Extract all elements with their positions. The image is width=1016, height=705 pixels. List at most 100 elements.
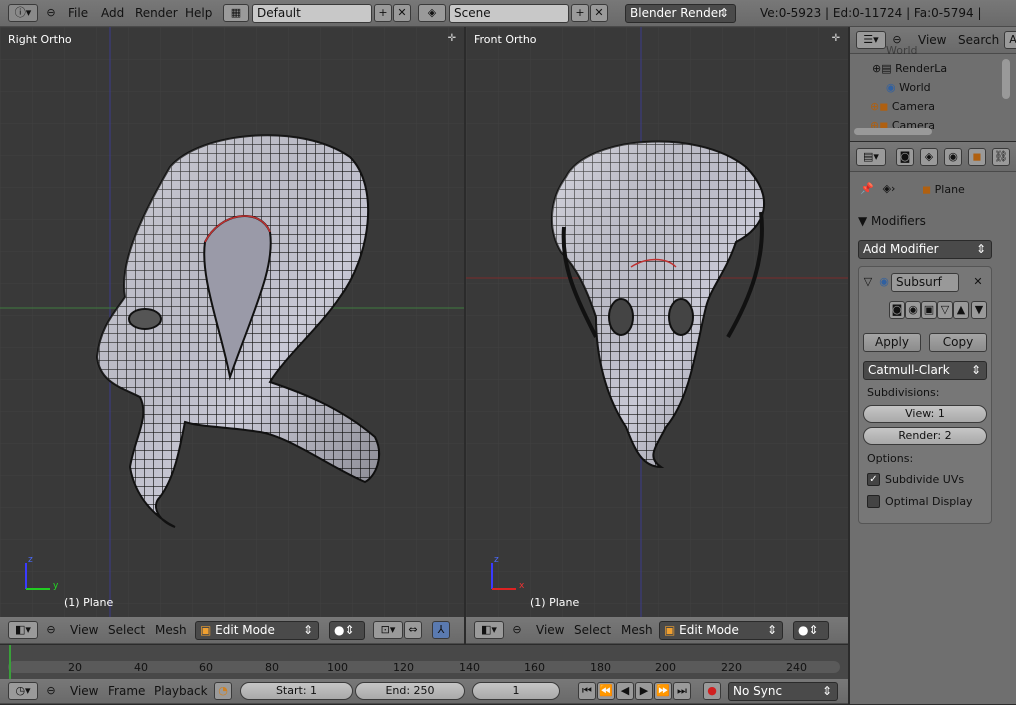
expand-icon[interactable]: ▽ — [861, 275, 875, 289]
remove-modifier-icon[interactable]: ✕ — [971, 275, 985, 289]
outliner-menu-search[interactable]: Search — [958, 27, 999, 53]
viewport-title-left: Right Ortho — [8, 33, 72, 46]
render-engine-label: Blender Render — [630, 6, 724, 20]
jump-end-button[interactable]: ⏭ — [673, 682, 691, 700]
start-frame-field[interactable]: Start: 1 — [240, 682, 353, 700]
outliner-menu-view[interactable]: View — [918, 27, 946, 53]
render-toggle-icon[interactable]: ◙ — [889, 301, 905, 319]
mode-icon-left: ▣ — [200, 623, 216, 637]
world-tab-icon[interactable]: ◉ — [944, 148, 962, 166]
collapse-icon-left[interactable]: ⊖ — [44, 623, 58, 637]
menu-playback[interactable]: Playback — [154, 679, 208, 705]
jump-start-button[interactable]: ⏮ — [578, 682, 596, 700]
menu-select-left[interactable]: Select — [108, 617, 145, 643]
record-button[interactable]: ● — [703, 682, 721, 700]
menu-view-right[interactable]: View — [536, 617, 564, 643]
move-up-icon[interactable]: ▲ — [953, 301, 969, 319]
context-object: ◼ Plane — [922, 183, 965, 196]
menu-mesh-right[interactable]: Mesh — [621, 617, 653, 643]
outliner-editor-icon[interactable]: ☰▾ — [856, 31, 886, 49]
menu-view-timeline[interactable]: View — [70, 679, 98, 705]
outliner-hscroll[interactable] — [854, 128, 932, 135]
timeline-area[interactable]: 20 40 60 80 100 120 140 160 180 200 220 … — [0, 645, 848, 679]
modifiers-label: Modifiers — [871, 214, 926, 228]
menu-frame[interactable]: Frame — [108, 679, 145, 705]
manipulator-icon-left[interactable]: ⇔ — [404, 621, 422, 639]
renderlayers-icon: ⊕▤ — [872, 62, 896, 75]
current-frame-field[interactable]: 1 — [472, 682, 560, 700]
subdivide-uvs-checkbox[interactable]: ✓ — [867, 473, 880, 486]
menu-render[interactable]: Render — [135, 0, 178, 26]
scene-tab-icon[interactable]: ◈ — [920, 148, 938, 166]
shading-select-right[interactable]: ●⇕ — [793, 621, 829, 640]
menu-view-left[interactable]: View — [70, 617, 98, 643]
play-reverse-button[interactable]: ◀ — [616, 682, 634, 700]
collapse-menu-icon[interactable]: ⊖ — [44, 6, 58, 20]
modifier-type-icon: ◉ — [879, 275, 889, 288]
constraints-tab-icon[interactable]: ⛓ — [992, 148, 1010, 166]
menu-file[interactable]: File — [68, 0, 88, 26]
menu-add[interactable]: Add — [101, 0, 124, 26]
outliner-item-world-top[interactable]: World — [886, 44, 918, 57]
viewport-front-ortho[interactable]: Front Ortho ✛ z x (1) Plane — [466, 27, 848, 617]
subdivide-uvs-label: Subdivide UVs — [885, 473, 965, 486]
view3d-header-left: ◧▾ ⊖ View Select Mesh ▣ Edit Mode ⇕ ●⇕ ⊡▾… — [0, 617, 464, 644]
algorithm-select[interactable]: Catmull-Clark ⇕ — [863, 361, 987, 380]
pivot-icon-left[interactable]: ⊡▾ — [373, 621, 403, 639]
mode-select-left[interactable]: ▣ Edit Mode ⇕ — [195, 621, 319, 640]
modifiers-panel-title[interactable]: ▼ Modifiers — [858, 214, 926, 228]
outliner-filter-icon[interactable]: A — [1004, 31, 1016, 49]
timeline-collapse-icon[interactable]: ⊖ — [44, 684, 58, 698]
modifier-name-field[interactable]: Subsurf — [891, 273, 959, 292]
end-frame-field[interactable]: End: 250 — [355, 682, 465, 700]
render-levels-field[interactable]: Render: 2 — [863, 427, 987, 445]
menu-help[interactable]: Help — [185, 0, 212, 26]
view-levels-field[interactable]: View: 1 — [863, 405, 987, 423]
screen-layout-field[interactable]: Default — [252, 4, 372, 23]
play-button[interactable]: ▶ — [635, 682, 653, 700]
viewport-toggle-icon[interactable]: ◉ — [905, 301, 921, 319]
viewport-corner-right[interactable]: ✛ — [832, 33, 840, 44]
copy-button[interactable]: Copy — [929, 333, 987, 352]
outliner-vscroll[interactable] — [1002, 59, 1010, 99]
menu-mesh-left[interactable]: Mesh — [155, 617, 187, 643]
timeline-editor-icon[interactable]: ◷▾ — [8, 682, 38, 700]
cage-toggle-icon[interactable]: ▽ — [937, 301, 953, 319]
mode-select-right[interactable]: ▣ Edit Mode ⇕ — [659, 621, 783, 640]
transform-icon-left[interactable]: ⅄ — [432, 621, 450, 639]
scene-icon[interactable]: ◈ — [418, 4, 446, 22]
render-engine-select[interactable]: Blender Render ⇕ — [625, 4, 736, 23]
editmode-toggle-icon[interactable]: ▣ — [921, 301, 937, 319]
menu-select-right[interactable]: Select — [574, 617, 611, 643]
properties-editor-icon[interactable]: ▤▾ — [856, 148, 886, 166]
sync-select[interactable]: No Sync ⇕ — [728, 682, 838, 701]
editor-type-icon-right[interactable]: ◧▾ — [474, 621, 504, 639]
editor-type-icon-left[interactable]: ◧▾ — [8, 621, 38, 639]
keying-clock-icon[interactable]: ◔ — [214, 682, 232, 700]
add-modifier-select[interactable]: Add Modifier ⇕ — [858, 240, 992, 259]
pin-icon[interactable]: 📌 — [860, 182, 874, 196]
object-tab-icon[interactable]: ◼ — [968, 148, 986, 166]
apply-button[interactable]: Apply — [863, 333, 921, 352]
viewport-corner-left[interactable]: ✛ — [448, 33, 456, 44]
remove-layout-button[interactable]: ✕ — [393, 4, 411, 22]
move-down-icon[interactable]: ▼ — [971, 301, 987, 319]
scene-field[interactable]: Scene — [449, 4, 569, 23]
render-tab-icon[interactable]: ◙ — [896, 148, 914, 166]
view3d-header-right: ◧▾ ⊖ View Select Mesh ▣ Edit Mode ⇕ ●⇕ — [466, 617, 848, 644]
optimal-display-checkbox[interactable] — [867, 495, 880, 508]
shading-select-left[interactable]: ●⇕ — [329, 621, 365, 640]
layout-icon[interactable]: ▦ — [223, 4, 249, 22]
prev-keyframe-button[interactable]: ⏪ — [597, 682, 615, 700]
remove-scene-button[interactable]: ✕ — [590, 4, 608, 22]
info-editor-icon[interactable]: ⓘ▾ — [8, 4, 38, 22]
viewport-right-ortho[interactable]: Right Ortho ✛ z y (1) Plane — [0, 27, 464, 617]
outliner-item-renderlayers[interactable]: ⊕▤ RenderLa — [872, 62, 947, 75]
stats-readout: Ve:0-5923 | Ed:0-11724 | Fa:0-5794 | Pla… — [760, 6, 982, 46]
next-keyframe-button[interactable]: ⏩ — [654, 682, 672, 700]
outliner-item-camera[interactable]: ⊕◼ Camera — [870, 100, 935, 113]
collapse-icon-right[interactable]: ⊖ — [510, 623, 524, 637]
add-layout-button[interactable]: + — [374, 4, 392, 22]
add-scene-button[interactable]: + — [571, 4, 589, 22]
outliner-item-world[interactable]: ◉ World — [886, 81, 931, 94]
